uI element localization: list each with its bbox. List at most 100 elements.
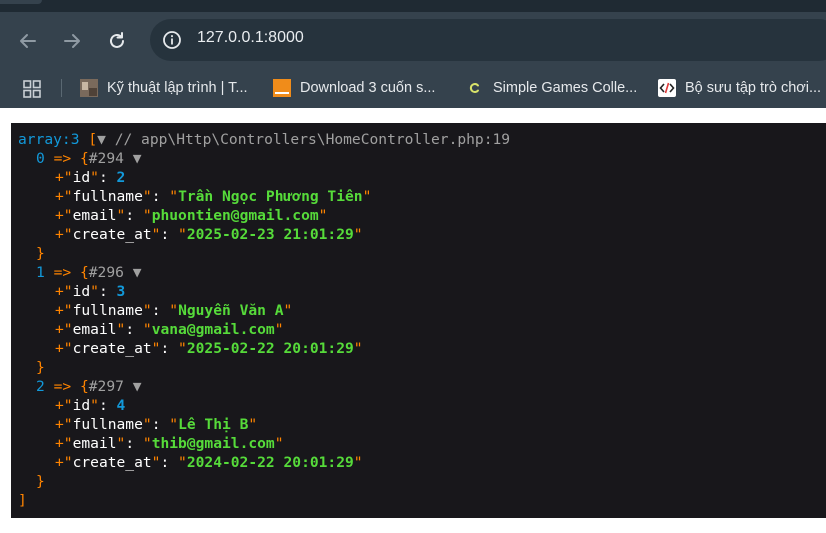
dump-item-close: } (18, 472, 510, 491)
url-text[interactable]: 127.0.0.1:8000 (197, 29, 304, 47)
code-favicon-icon (658, 79, 676, 97)
item-index: 0 (36, 150, 45, 167)
field-visibility-plus: + (55, 340, 64, 357)
toggle-collapse-icon[interactable]: ▼ (97, 131, 106, 148)
quote: " (283, 302, 293, 319)
back-button[interactable] (15, 28, 41, 54)
field-value-string: phuontien@gmail.com (151, 207, 319, 224)
colon: : (160, 454, 179, 471)
bookmark-item[interactable]: Simple Games Colle... (466, 68, 637, 108)
field-visibility-plus: + (55, 435, 64, 452)
quote: " (63, 435, 73, 452)
quote: " (90, 397, 99, 414)
object-ref: #297 (88, 378, 124, 395)
quote: " (63, 397, 73, 414)
dump-field-row: +"fullname": "Trần Ngọc Phương Tiên" (18, 187, 510, 206)
forward-arrow-icon (64, 34, 80, 48)
source-location: // app\Http\Controllers\HomeController.p… (114, 131, 511, 148)
colon: : (151, 188, 170, 205)
colon: : (98, 283, 117, 300)
quote: " (63, 302, 73, 319)
colon: : (160, 226, 179, 243)
bookmark-item[interactable]: Kỹ thuật lập trình | T... (80, 68, 248, 108)
colon: : (125, 435, 143, 452)
tab-strip (0, 0, 826, 12)
active-tab-edge[interactable] (0, 0, 42, 4)
quote: " (63, 188, 73, 205)
quote: " (142, 435, 152, 452)
quote: " (63, 340, 73, 357)
bookmarks-bar: Kỹ thuật lập trình | T... Download 3 cuố… (0, 68, 826, 108)
quote: " (318, 207, 328, 224)
field-key: email (72, 435, 117, 452)
field-visibility-plus: + (55, 207, 64, 224)
dump-item-close: } (18, 358, 510, 377)
object-ref: #296 (88, 264, 124, 281)
quote: " (116, 435, 126, 452)
site-info-icon[interactable] (162, 30, 182, 50)
dump-field-row: +"id": 4 (18, 396, 510, 415)
reload-button[interactable] (104, 28, 130, 54)
item-arrow: => (53, 378, 72, 395)
quote: " (63, 169, 73, 186)
bookmark-label: Bộ sưu tập trò chơi... (685, 80, 822, 96)
field-value-string: Nguyễn Văn A (178, 302, 284, 319)
quote: " (90, 169, 99, 186)
field-key: id (72, 169, 91, 186)
field-value-int: 3 (116, 283, 126, 300)
quote: " (142, 188, 152, 205)
bookmark-item[interactable]: Download 3 cuốn s... (273, 68, 435, 108)
apps-grid-icon[interactable] (22, 79, 42, 99)
quote: " (142, 321, 152, 338)
quote: " (63, 454, 73, 471)
field-value-int: 2 (116, 169, 126, 186)
field-visibility-plus: + (55, 283, 64, 300)
dump-field-row: +"create_at": "2025-02-23 21:01:29" (18, 225, 510, 244)
field-key: email (72, 321, 117, 338)
field-value-string: vana@gmail.com (151, 321, 275, 338)
dump-field-row: +"email": "vana@gmail.com" (18, 320, 510, 339)
quote: " (63, 226, 73, 243)
quote: " (178, 340, 187, 357)
field-visibility-plus: + (55, 302, 64, 319)
colon: : (125, 207, 143, 224)
field-value-string: thib@gmail.com (151, 435, 275, 452)
browser-toolbar: 127.0.0.1:8000 (0, 12, 826, 68)
array-close-bracket: ] (18, 492, 27, 509)
forward-button[interactable] (59, 28, 85, 54)
quote: " (178, 454, 187, 471)
field-key: fullname (72, 416, 143, 433)
dump-item-close: } (18, 244, 510, 263)
dump-field-row: +"create_at": "2025-02-22 20:01:29" (18, 339, 510, 358)
toggle-collapse-icon[interactable]: ▼ (133, 378, 142, 395)
item-arrow: => (53, 150, 72, 167)
field-key: create_at (72, 340, 152, 357)
quote: " (142, 207, 152, 224)
bookmark-item[interactable]: Bộ sưu tập trò chơi... (658, 68, 821, 108)
object-close-brace: } (36, 473, 45, 490)
photo-favicon-icon (80, 79, 98, 97)
field-visibility-plus: + (55, 416, 64, 433)
quote: " (353, 454, 363, 471)
reload-icon (110, 32, 124, 48)
address-bar[interactable]: 127.0.0.1:8000 (150, 19, 826, 61)
quote: " (63, 283, 73, 300)
object-open-brace: { (79, 378, 89, 395)
quote: " (178, 226, 187, 243)
toggle-collapse-icon[interactable]: ▼ (133, 264, 142, 281)
quote: " (90, 283, 99, 300)
object-ref: #294 (88, 150, 124, 167)
field-key: id (72, 397, 91, 414)
dump-field-row: +"email": "thib@gmail.com" (18, 434, 510, 453)
quote: " (353, 340, 363, 357)
object-close-brace: } (36, 359, 45, 376)
quote: " (169, 416, 179, 433)
field-value-string: 2025-02-23 21:01:29 (186, 226, 354, 243)
bookmark-label: Simple Games Colle... (493, 80, 638, 96)
field-visibility-plus: + (55, 321, 64, 338)
bookmark-label: Kỹ thuật lập trình | T... (107, 80, 248, 96)
toggle-collapse-icon[interactable]: ▼ (133, 150, 142, 167)
array-type-label: array:3 (18, 131, 80, 148)
dump-item-header: 2 => {#297 ▼ (18, 377, 510, 396)
item-index: 1 (36, 264, 45, 281)
